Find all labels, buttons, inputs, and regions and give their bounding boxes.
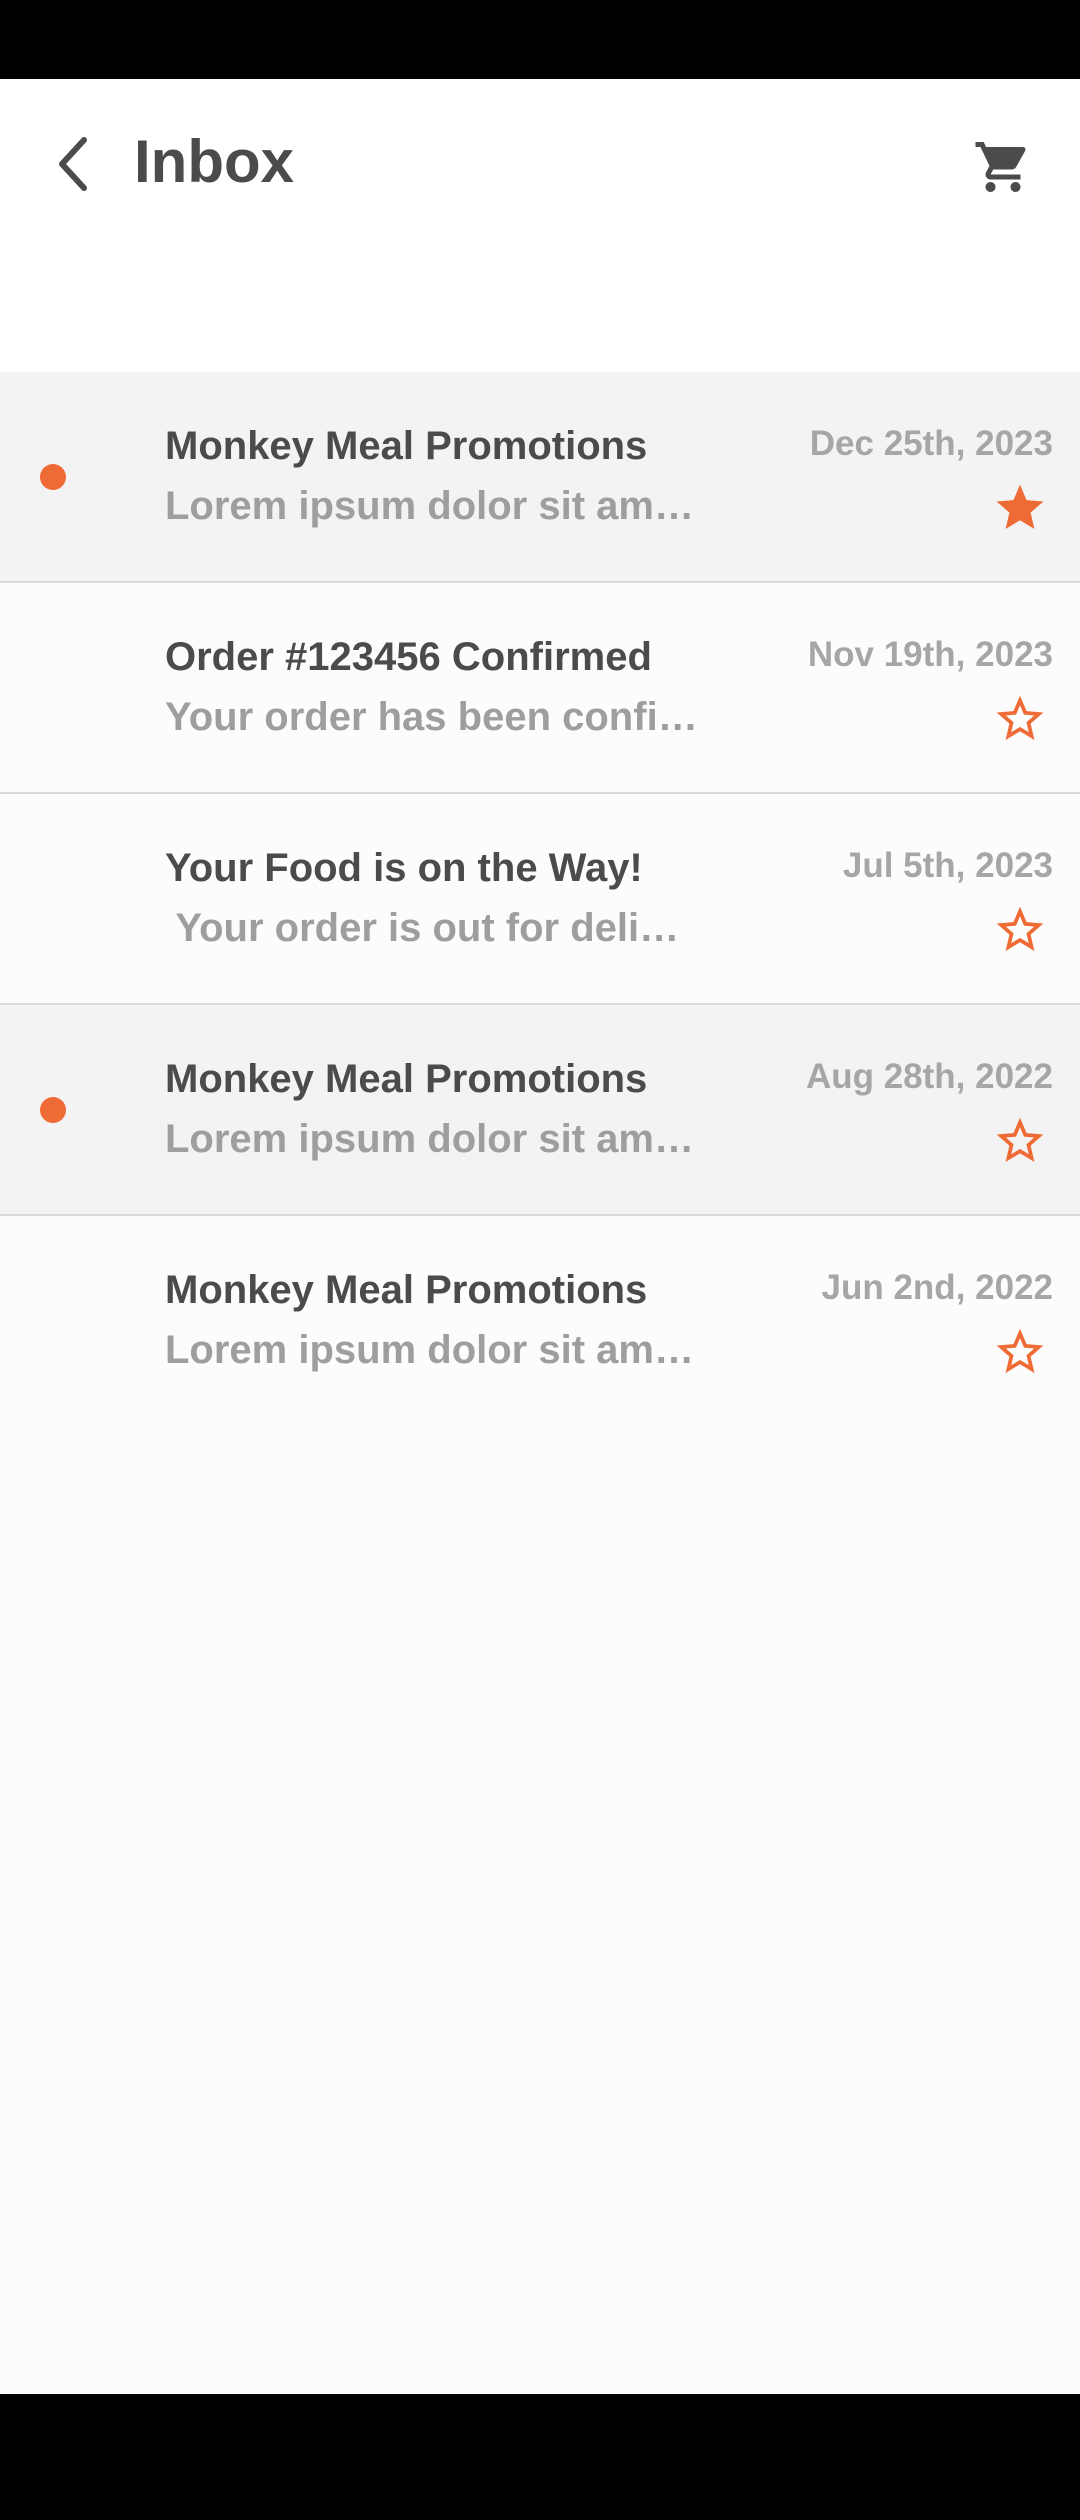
- message-subject: Your Food is on the Way!: [165, 846, 643, 890]
- message-date: Jun 2nd, 2022: [821, 1268, 1053, 1307]
- message-subject: Order #123456 Confirmed: [165, 635, 652, 679]
- message-preview: Your order is out for delivery: [165, 906, 700, 950]
- star-outline-icon[interactable]: [992, 1113, 1048, 1169]
- star-outline-icon[interactable]: [992, 691, 1048, 747]
- app-header: Inbox: [0, 79, 1080, 251]
- message-date: Aug 28th, 2022: [805, 1057, 1053, 1096]
- message-date: Jul 5th, 2023: [842, 846, 1053, 885]
- unread-dot: [40, 1097, 66, 1123]
- star-outline-icon[interactable]: [992, 1324, 1048, 1380]
- message-row[interactable]: Your Food is on the Way! Your order is o…: [0, 794, 1080, 1005]
- message-date: Dec 25th, 2023: [809, 424, 1053, 463]
- message-row[interactable]: Monkey Meal Promotions Lorem ipsum dolor…: [0, 372, 1080, 583]
- message-date: Nov 19th, 2023: [807, 635, 1053, 674]
- shopping-cart-icon: [975, 142, 1026, 192]
- message-preview: Lorem ipsum dolor sit amet, consectetur: [165, 1117, 700, 1161]
- message-preview: Lorem ipsum dolor sit amet, consectetur: [165, 1328, 700, 1372]
- cart-button[interactable]: [970, 134, 1036, 200]
- inbox-screen: Inbox Monkey Meal Promotions Lorem ipsum…: [0, 79, 1080, 2394]
- unread-dot: [40, 464, 66, 490]
- status-bar: [0, 0, 1080, 79]
- message-row[interactable]: Order #123456 Confirmed Your order has b…: [0, 583, 1080, 794]
- message-subject: Monkey Meal Promotions: [165, 1268, 648, 1312]
- message-list: Monkey Meal Promotions Lorem ipsum dolor…: [0, 372, 1080, 1427]
- message-preview: Lorem ipsum dolor sit amet, consectetur: [165, 484, 700, 528]
- message-subject: Monkey Meal Promotions: [165, 1057, 648, 1101]
- message-subject: Monkey Meal Promotions: [165, 424, 648, 468]
- page-title: Inbox: [134, 128, 294, 195]
- back-button[interactable]: [44, 134, 104, 194]
- star-outline-icon[interactable]: [992, 902, 1048, 958]
- chevron-left-icon: [59, 137, 87, 191]
- message-row[interactable]: Monkey Meal Promotions Lorem ipsum dolor…: [0, 1005, 1080, 1216]
- star-filled-icon[interactable]: [992, 480, 1048, 536]
- header-spacer: [0, 251, 1080, 372]
- message-row[interactable]: Monkey Meal Promotions Lorem ipsum dolor…: [0, 1216, 1080, 1427]
- system-navigation-bar: [0, 2394, 1080, 2520]
- message-preview: Your order has been confirmed: [165, 695, 700, 739]
